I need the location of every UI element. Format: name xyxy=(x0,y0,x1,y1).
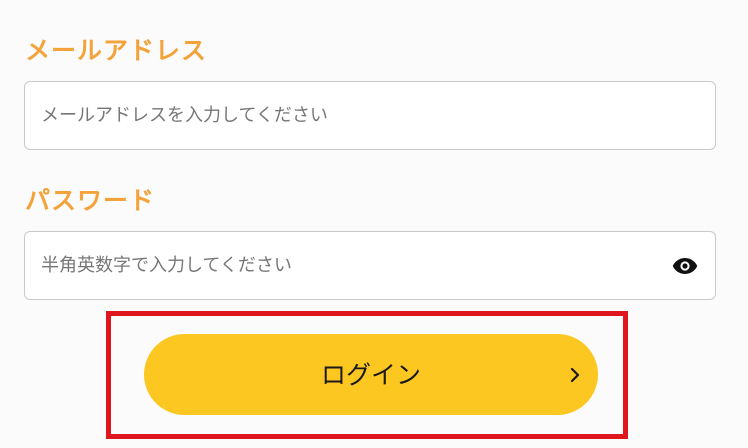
login-button-label: ログイン xyxy=(320,360,421,389)
password-label: パスワード xyxy=(25,186,156,215)
eye-icon xyxy=(672,258,698,274)
login-button[interactable]: ログイン xyxy=(144,334,598,415)
chevron-right-icon xyxy=(568,366,582,384)
login-form: メールアドレス パスワード ログイン xyxy=(0,0,748,448)
email-label: メールアドレス xyxy=(25,36,208,65)
email-input[interactable] xyxy=(24,81,716,150)
password-input[interactable] xyxy=(24,231,716,300)
password-visibility-toggle[interactable] xyxy=(672,255,698,277)
